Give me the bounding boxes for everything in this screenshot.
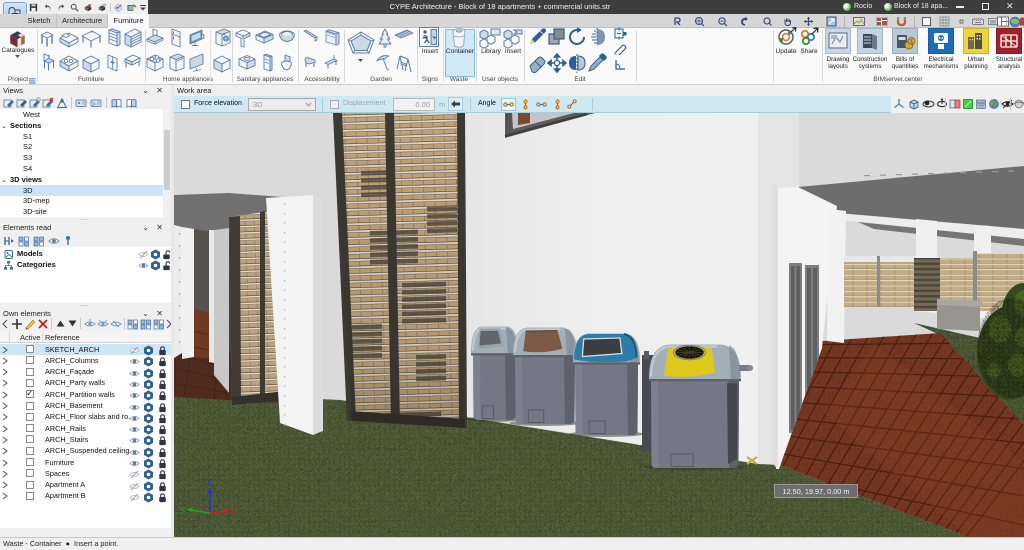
svg-text:Y: Y xyxy=(180,506,186,515)
svg-text:$: $ xyxy=(910,39,913,45)
svg-text:X: X xyxy=(231,507,237,516)
svg-text:Z: Z xyxy=(207,478,212,487)
svg-text:88: 88 xyxy=(990,19,996,25)
